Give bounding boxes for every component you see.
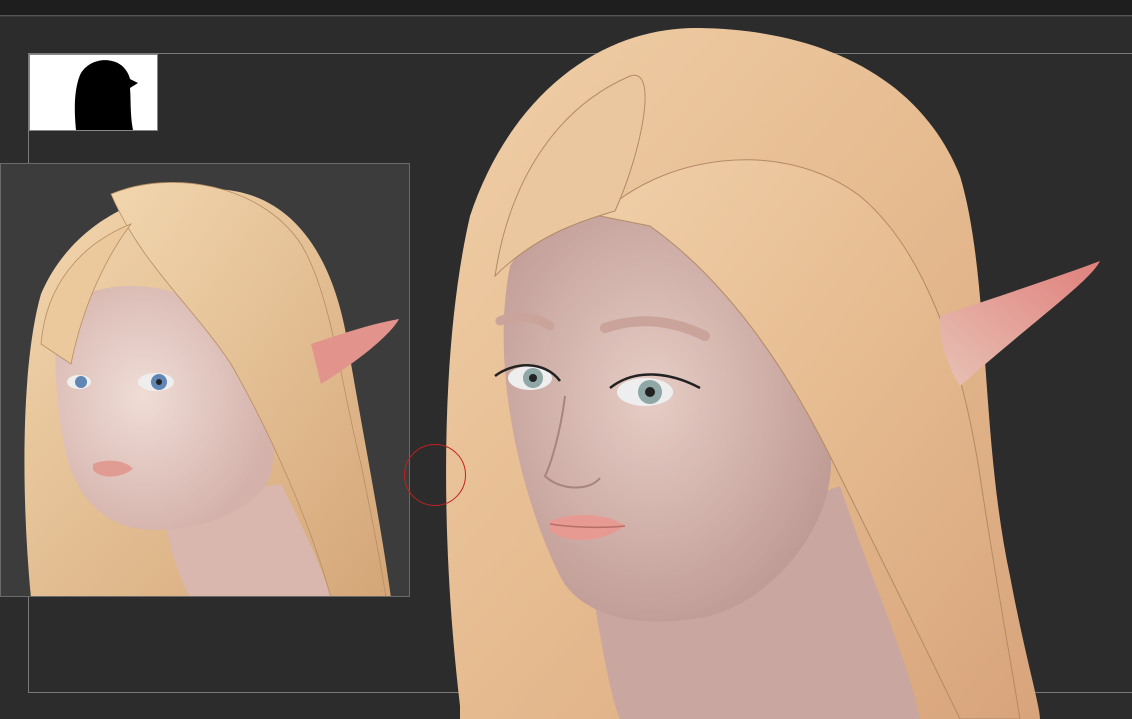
navigator-thumbnail[interactable] <box>29 54 158 131</box>
sculpted-elf-head-model[interactable] <box>400 16 1132 719</box>
viewport-3d[interactable] <box>400 16 1132 719</box>
rendered-elf-reference-image <box>24 182 399 596</box>
reference-image-panel[interactable] <box>0 163 410 597</box>
brush-cursor-circle-icon <box>404 444 466 506</box>
head-silhouette-icon <box>74 60 138 130</box>
